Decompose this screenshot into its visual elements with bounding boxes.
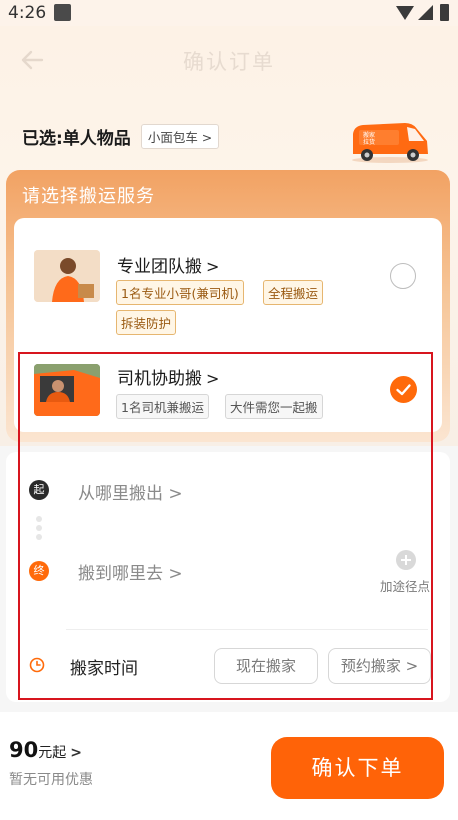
svg-text:拉货: 拉货 <box>363 138 375 146</box>
service-list: 专业团队搬 > 1名专业小哥(兼司机) 全程搬运 拆装防护 司机协助搬 > 1名司机… <box>14 218 442 432</box>
radio-unselected-team[interactable] <box>390 263 416 289</box>
add-waypoint-button[interactable]: 加途径点 <box>378 550 434 595</box>
pickup-address-input[interactable]: 从哪里搬出 > <box>78 479 183 504</box>
page-title: 确认订单 <box>183 50 275 74</box>
service-name-driver-label: 司机协助搬 <box>117 369 202 389</box>
move-time-label: 搬家时间 <box>70 659 138 679</box>
van-illustration: 搬家 拉货 <box>352 123 428 163</box>
driver-photo <box>34 364 100 416</box>
checkmark-icon <box>396 384 411 396</box>
price-unit: 元起 <box>38 745 67 761</box>
plus-circle-icon <box>396 550 416 570</box>
selected-item-row: 已选:单人物品 小面包车 > <box>22 124 220 149</box>
service-option-team[interactable]: 专业团队搬 > 1名专业小哥(兼司机) 全程搬运 拆装防护 <box>14 218 442 336</box>
svg-text:搬家: 搬家 <box>363 131 375 139</box>
move-now-button[interactable]: 现在搬家 <box>214 648 318 684</box>
service-name-driver: 司机协助搬 > <box>117 364 219 389</box>
price-display[interactable]: 90元起 > <box>9 738 82 762</box>
end-point-badge: 终 <box>29 561 49 581</box>
coupon-status: 暂无可用优惠 <box>9 772 93 788</box>
chevron-right-icon: > <box>206 369 220 388</box>
add-waypoint-label: 加途径点 <box>379 579 430 594</box>
start-point-badge: 起 <box>29 480 49 500</box>
service-option-driver-assist[interactable]: 司机协助搬 > 1名司机兼搬运 大件需您一起搬 <box>14 358 442 428</box>
tag-disassembly: 拆装防护 <box>116 310 177 335</box>
divider <box>66 629 428 630</box>
route-dots <box>36 516 42 544</box>
signal-icon <box>418 5 433 20</box>
confirm-order-button[interactable]: 确认下单 <box>271 737 444 799</box>
chevron-right-icon: > <box>206 257 220 276</box>
status-bar: 4:26 <box>0 0 458 26</box>
clock-icon <box>29 657 45 673</box>
price-value: 90 <box>9 738 39 762</box>
status-time: 4:26 <box>8 3 47 23</box>
destination-address-input[interactable]: 搬到哪里去 > <box>78 559 183 584</box>
service-section-title: 请选择搬运服务 <box>22 186 155 207</box>
app-notification-icon <box>54 4 71 21</box>
schedule-move-button[interactable]: 预约搬家 > <box>328 648 431 684</box>
tag-driver-moving: 1名司机兼搬运 <box>116 394 209 419</box>
tag-full-moving: 全程搬运 <box>263 280 324 305</box>
tag-team-worker: 1名专业小哥(兼司机) <box>116 280 244 305</box>
vehicle-type-chip[interactable]: 小面包车 > <box>140 124 220 149</box>
radio-selected-driver[interactable] <box>390 376 417 403</box>
tag-large-items: 大件需您一起搬 <box>225 394 323 419</box>
selected-item-text: 已选:单人物品 <box>22 129 131 149</box>
battery-icon <box>440 4 449 21</box>
team-worker-photo <box>34 250 100 302</box>
chevron-right-icon: > <box>70 745 82 761</box>
service-name-team-label: 专业团队搬 <box>117 257 202 277</box>
wifi-icon <box>396 6 414 20</box>
service-name-team: 专业团队搬 > <box>117 252 219 277</box>
